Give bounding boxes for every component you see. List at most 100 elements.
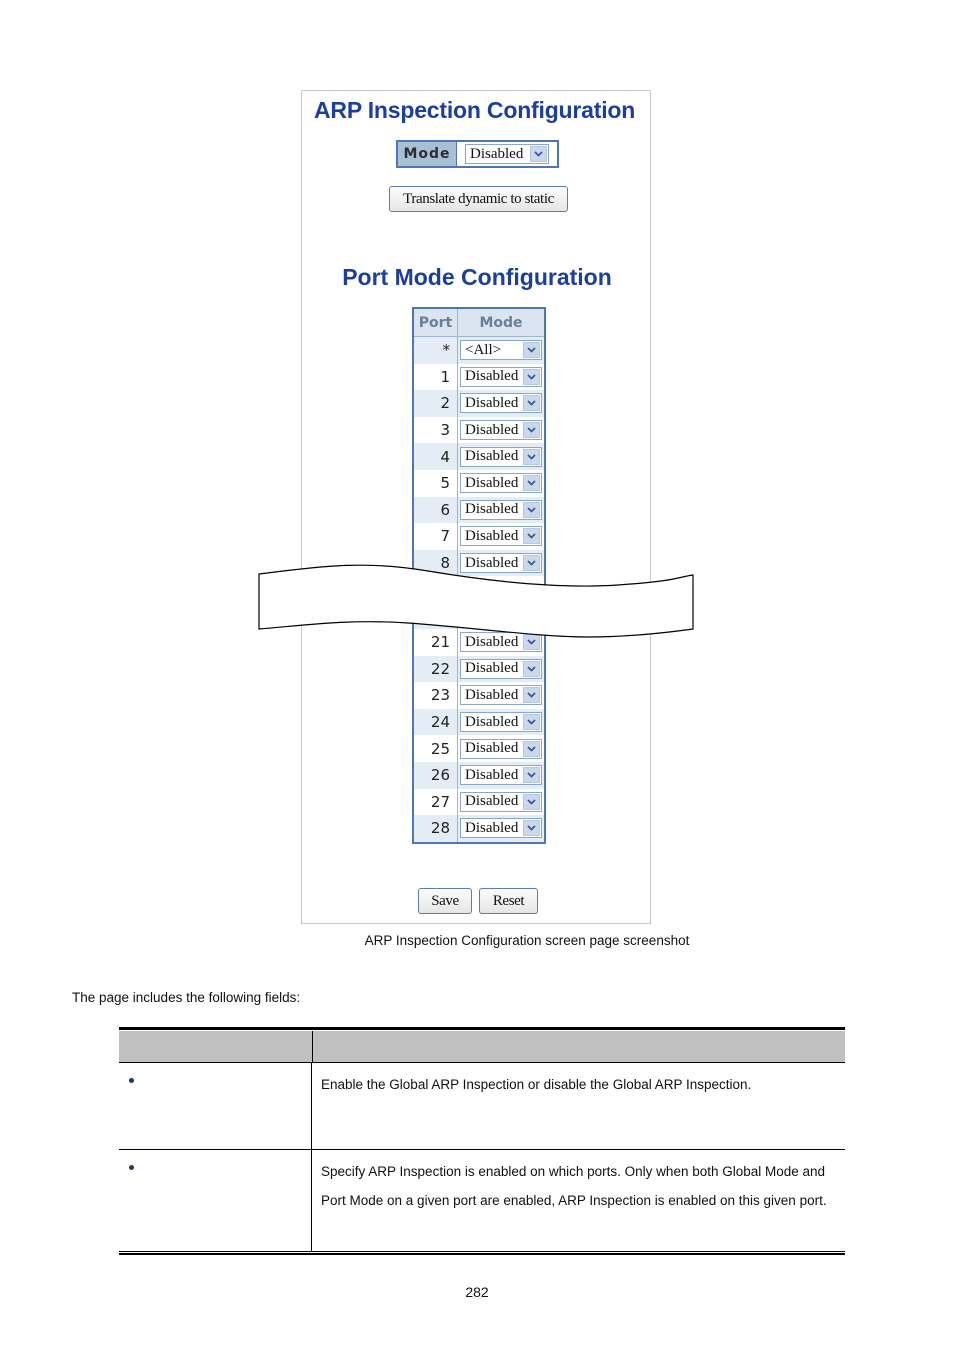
port-mode-select[interactable]: Disabled — [460, 499, 542, 520]
fields-table-header — [119, 1030, 845, 1063]
table-row-port-25: 25 Disabled — [414, 735, 544, 762]
port-mode-value: Disabled — [465, 766, 519, 783]
port-mode-select-all[interactable]: <All> — [460, 340, 542, 361]
port-mode-select[interactable]: Disabled — [460, 738, 542, 759]
table-row-port-24: 24 Disabled — [414, 708, 544, 736]
table-row-port-2: 2 Disabled — [414, 390, 544, 417]
table-row-port-23: 23 Disabled — [414, 682, 544, 709]
port-mode-value: Disabled — [465, 501, 519, 518]
chevron-down-icon[interactable] — [523, 660, 540, 677]
rows-before-break: 1 Disabled 2 Disabled 3 Disabled 4 Disabled 5 Dis… — [414, 363, 544, 577]
port-mode-select[interactable]: Disabled — [460, 393, 542, 414]
chevron-down-icon[interactable] — [523, 395, 540, 412]
table-row-port-7: 7 Disabled — [414, 523, 544, 550]
port-mode-value: Disabled — [465, 421, 519, 438]
table-row-port-26: 26 Disabled — [414, 761, 544, 789]
table-row-port-5: 5 Disabled — [414, 469, 544, 497]
chevron-down-icon[interactable] — [523, 767, 540, 784]
port-mode-value: Disabled — [465, 660, 519, 677]
page-break-tear — [258, 564, 694, 638]
chevron-down-icon[interactable] — [523, 368, 540, 385]
port-cell: 4 — [414, 443, 458, 470]
chevron-down-icon[interactable] — [523, 740, 540, 757]
port-mode-select[interactable]: Disabled — [460, 473, 542, 494]
global-mode-box: Mode Disabled — [396, 140, 559, 168]
chevron-down-icon[interactable] — [523, 820, 540, 837]
table-header-row: Port Mode — [414, 309, 544, 337]
port-cell: 2 — [414, 390, 458, 417]
screenshot-frame: ARP Inspection Configuration Mode Disabl… — [301, 90, 651, 924]
table-row-port-3: 3 Disabled — [414, 416, 544, 444]
port-section-title: Port Mode Configuration — [342, 264, 612, 290]
port-mode-value: Disabled — [465, 448, 519, 465]
global-mode-select[interactable]: Disabled — [465, 144, 549, 164]
port-mode-select[interactable]: Disabled — [460, 658, 542, 679]
field-description: Enable the Global ARP Inspection or disa… — [321, 1077, 752, 1092]
table-bottom-rule-thick — [119, 1253, 845, 1255]
mode-label: Mode — [398, 142, 457, 166]
chevron-down-icon[interactable] — [523, 342, 540, 359]
save-button[interactable]: Save — [418, 888, 472, 914]
port-mode-select[interactable]: Disabled — [460, 446, 542, 467]
chevron-down-icon[interactable] — [530, 146, 547, 162]
chevron-down-icon[interactable] — [523, 475, 540, 492]
chevron-down-icon[interactable] — [523, 448, 540, 465]
port-cell: 1 — [414, 363, 458, 391]
port-cell: 7 — [414, 523, 458, 550]
chevron-down-icon[interactable] — [523, 793, 540, 810]
port-mode-select[interactable]: Disabled — [460, 366, 542, 387]
port-mode-select[interactable]: Disabled — [460, 526, 542, 547]
page-title: ARP Inspection Configuration — [314, 97, 636, 123]
port-cell: 6 — [414, 496, 458, 524]
port-cell: 3 — [414, 416, 458, 444]
port-mode-value: Disabled — [465, 527, 519, 544]
chevron-down-icon[interactable] — [523, 501, 540, 518]
page-number: 282 — [465, 1284, 489, 1300]
port-cell: 5 — [414, 469, 458, 497]
table-row-all: * <All> — [414, 337, 544, 364]
port-mode-select[interactable]: Disabled — [460, 420, 542, 441]
port-mode-value: Disabled — [465, 713, 519, 730]
port-cell: * — [414, 337, 458, 364]
bullet-icon — [129, 1078, 134, 1083]
table-row-port-27: 27 Disabled — [414, 788, 544, 816]
intro-text: The page includes the following fields: — [72, 990, 301, 1005]
port-cell: 25 — [414, 735, 458, 762]
chevron-down-icon[interactable] — [523, 714, 540, 731]
port-cell: 24 — [414, 708, 458, 736]
port-mode-select[interactable]: Disabled — [460, 685, 542, 706]
table-bottom-rule — [119, 1251, 845, 1252]
global-mode-value: Disabled — [470, 145, 524, 162]
port-cell: 23 — [414, 682, 458, 709]
port-mode-value: Disabled — [465, 686, 519, 703]
port-mode-value: Disabled — [465, 394, 519, 411]
port-column-header: Port — [414, 309, 458, 336]
reset-button[interactable]: Reset — [479, 888, 538, 914]
port-mode-value: <All> — [465, 341, 502, 358]
port-mode-select[interactable]: Disabled — [460, 818, 542, 839]
table-row-port-1: 1 Disabled — [414, 363, 544, 391]
port-mode-select[interactable]: Disabled — [460, 765, 542, 786]
port-cell: 28 — [414, 815, 458, 842]
port-mode-value: Disabled — [465, 474, 519, 491]
mode-column-header: Mode — [479, 314, 523, 331]
port-mode-value: Disabled — [465, 793, 519, 810]
table-row: Enable the Global ARP Inspection or disa… — [119, 1063, 845, 1150]
port-mode-select[interactable]: Disabled — [460, 791, 542, 812]
chevron-down-icon[interactable] — [523, 528, 540, 545]
table-row: Specify ARP Inspection is enabled on whi… — [119, 1150, 845, 1251]
table-row-port-22: 22 Disabled — [414, 655, 544, 683]
chevron-down-icon[interactable] — [523, 687, 540, 704]
bullet-icon — [129, 1165, 134, 1170]
table-row-port-6: 6 Disabled — [414, 496, 544, 524]
chevron-down-icon[interactable] — [523, 422, 540, 439]
field-description: Specify ARP Inspection is enabled on whi… — [321, 1164, 827, 1208]
translate-dynamic-to-static-button[interactable]: Translate dynamic to static — [389, 186, 568, 212]
table-row-port-28: 28 Disabled — [414, 815, 544, 842]
port-mode-value: Disabled — [465, 819, 519, 836]
table-row-port-4: 4 Disabled — [414, 443, 544, 470]
port-cell: 26 — [414, 761, 458, 789]
port-mode-value: Disabled — [465, 368, 519, 385]
port-mode-select[interactable]: Disabled — [460, 712, 542, 733]
port-cell: 22 — [414, 655, 458, 683]
